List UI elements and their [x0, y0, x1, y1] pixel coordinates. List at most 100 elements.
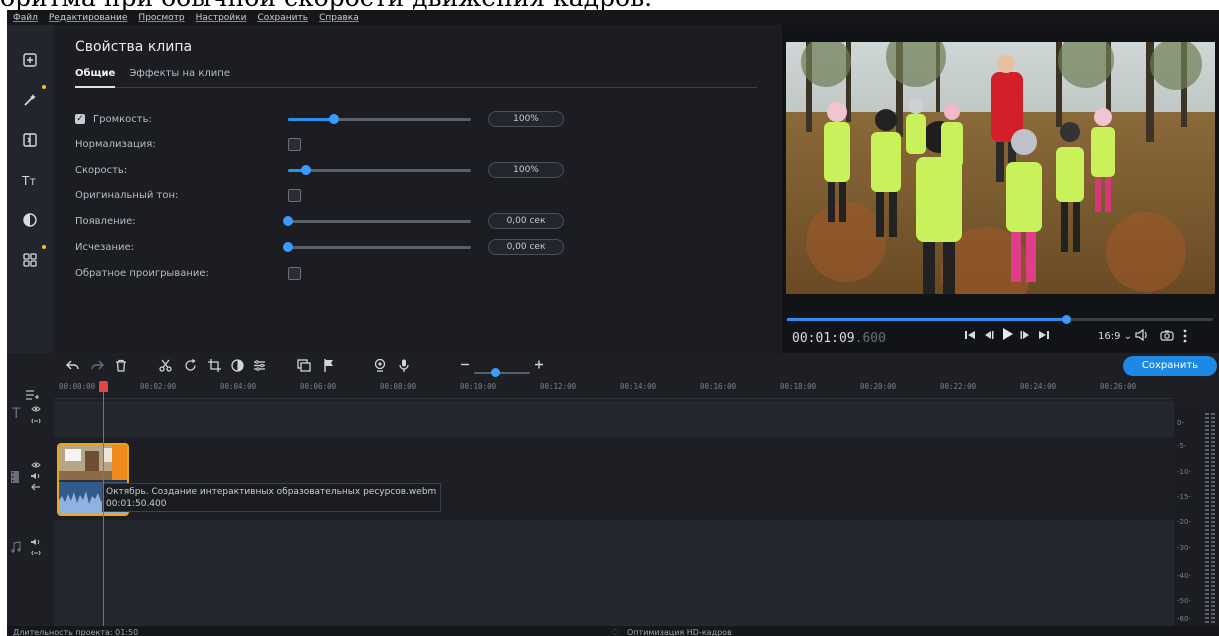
volume-row: ✓ Громкость: [75, 111, 152, 127]
speed-value[interactable]: 100% [488, 162, 564, 178]
fade-in-row: Появление: [75, 213, 136, 229]
meter-label: -60- [1177, 615, 1191, 623]
more-tools-icon[interactable] [17, 245, 46, 273]
delete-icon[interactable] [115, 359, 127, 376]
menu-view[interactable]: Просмотр [138, 13, 184, 23]
marker-flag-icon[interactable] [323, 359, 335, 376]
video-preview[interactable] [786, 42, 1215, 294]
track-volume-icon[interactable] [31, 538, 41, 549]
filters-icon[interactable] [17, 207, 43, 233]
volume-slider[interactable] [288, 114, 471, 124]
menu-help[interactable]: Справка [319, 13, 359, 23]
speed-slider[interactable] [288, 165, 471, 175]
meter-label: -5- [1177, 442, 1187, 450]
snapshot-camera-icon[interactable] [1160, 329, 1174, 344]
meter-label: -40- [1177, 572, 1191, 580]
link-icon[interactable] [31, 417, 41, 428]
visibility-eye-icon[interactable] [31, 405, 41, 416]
status-bar: Длительность проекта: 01:50 ◌ Оптимизаци… [7, 626, 1219, 636]
reverse-checkbox[interactable] [288, 267, 301, 280]
fade-out-value[interactable]: 0,00 сек [488, 239, 564, 255]
playhead[interactable] [103, 381, 104, 636]
ruler-tick: 00:10:00 [460, 382, 497, 391]
speed-label: Скорость: [75, 164, 128, 176]
link-icon[interactable] [31, 549, 41, 560]
normalize-checkbox[interactable] [288, 138, 301, 151]
meter-label: 0- [1177, 419, 1184, 427]
transitions-icon[interactable] [17, 127, 43, 153]
clip-properties-icon[interactable] [253, 359, 266, 376]
ruler-tick: 00:16:00 [700, 382, 737, 391]
tab-general[interactable]: Общие [75, 68, 115, 79]
spinner-icon: ◌ [612, 627, 619, 636]
zoom-in-icon[interactable] [534, 358, 544, 375]
cut-icon[interactable] [159, 359, 172, 376]
step-back-icon[interactable] [982, 329, 994, 344]
magic-wand-icon[interactable] [17, 85, 46, 113]
menu-edit[interactable]: Редактирование [49, 13, 128, 23]
crop-icon[interactable] [208, 359, 221, 376]
meter-label: -50- [1177, 597, 1191, 605]
aspect-ratio-dropdown[interactable]: 16:9 ⌄ [1098, 331, 1132, 342]
panel-title: Свойства клипа [75, 39, 193, 55]
audio-track[interactable] [54, 520, 1174, 626]
preview-seek-bar[interactable] [787, 315, 1213, 324]
redo-icon[interactable] [90, 359, 104, 375]
ruler-tick: 00:06:00 [300, 382, 337, 391]
track-volume-icon[interactable] [31, 472, 41, 483]
volume-checkbox[interactable]: ✓ [75, 114, 85, 124]
skip-to-start-icon[interactable] [964, 329, 976, 344]
menu-save[interactable]: Сохранить [257, 13, 308, 23]
visibility-eye-icon[interactable] [31, 461, 41, 472]
zoom-slider-handle[interactable] [491, 368, 500, 377]
zoom-slider[interactable] [474, 368, 530, 377]
seek-handle[interactable] [1062, 315, 1072, 324]
original-tone-label: Оригинальный тон: [75, 189, 179, 201]
rotate-icon[interactable] [184, 358, 197, 376]
fade-out-slider[interactable] [283, 242, 471, 252]
skip-to-end-icon[interactable] [1038, 329, 1050, 344]
ruler-tick: 00:24:00 [1020, 382, 1057, 391]
menu-file[interactable]: Файл [13, 13, 38, 23]
track-link-arrow-icon[interactable] [31, 483, 41, 494]
fade-in-slider[interactable] [283, 216, 471, 226]
meter-label: -20- [1177, 518, 1191, 526]
ruler-tick: 00:20:00 [860, 382, 897, 391]
preview-panel: 00:01:09.600 16:9 ⌄ [782, 25, 1219, 353]
voice-record-icon[interactable] [398, 359, 410, 376]
webcam-record-icon[interactable] [374, 358, 386, 376]
ruler-tick: 00:00:00 [59, 382, 96, 391]
title-track[interactable] [54, 401, 1174, 437]
undo-icon[interactable] [66, 359, 80, 375]
ruler-tick: 00:22:00 [940, 382, 977, 391]
timeline-ruler[interactable]: 00:00:00 00:02:00 00:04:00 00:06:00 00:0… [54, 381, 1174, 401]
zoom-out-icon[interactable] [460, 358, 470, 375]
menu-settings[interactable]: Настройки [196, 13, 247, 23]
menu-bar: Файл Редактирование Просмотр Настройки С… [7, 10, 1219, 25]
import-icon[interactable] [17, 47, 43, 73]
fade-out-row: Исчезание: [75, 239, 134, 255]
fade-in-value[interactable]: 0,00 сек [488, 213, 564, 229]
timeline-toolbar: Сохранить [7, 353, 1219, 381]
color-adjust-icon[interactable] [231, 359, 244, 376]
fade-in-slider-handle[interactable] [283, 216, 293, 226]
volume-slider-handle[interactable] [328, 114, 339, 124]
speed-slider-handle[interactable] [301, 165, 312, 175]
more-options-icon[interactable] [1182, 329, 1188, 346]
svg-text:T: T [29, 178, 36, 188]
play-icon[interactable] [1000, 327, 1014, 344]
seek-progress [787, 318, 1067, 321]
titles-icon[interactable]: TT [17, 167, 43, 193]
fade-out-slider-handle[interactable] [283, 242, 293, 252]
timecode: 00:01:09.600 [792, 331, 886, 346]
overlay-icon[interactable] [297, 359, 311, 376]
tab-divider [75, 87, 757, 88]
volume-icon[interactable] [1135, 328, 1149, 344]
tab-clip-effects[interactable]: Эффекты на клипе [129, 68, 230, 79]
ruler-tick: 00:14:00 [620, 382, 657, 391]
volume-value[interactable]: 100% [488, 111, 564, 127]
save-button[interactable]: Сохранить [1123, 356, 1217, 376]
original-tone-checkbox[interactable] [288, 189, 301, 202]
step-forward-icon[interactable] [1020, 329, 1032, 344]
timecode-ms: .600 [854, 331, 886, 346]
